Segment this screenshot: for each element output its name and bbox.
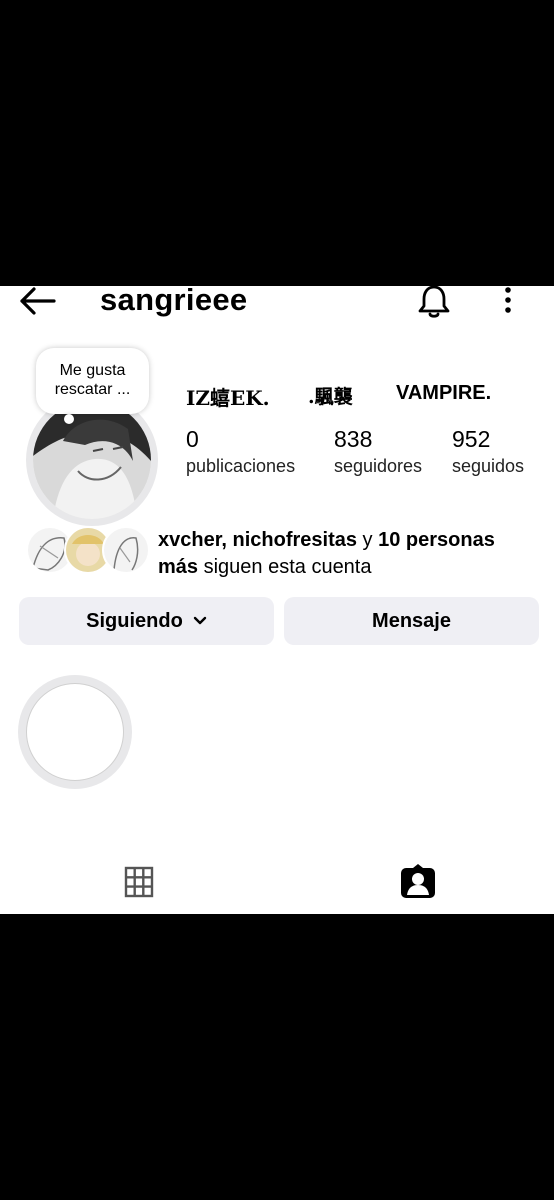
mutual-connector: y (356, 529, 379, 551)
more-vertical-icon[interactable] (498, 286, 518, 316)
following-count[interactable]: 952 (452, 426, 490, 453)
profile-screen: sangrieee Me gusta rescatar ... IZ蟢EK. .… (0, 286, 554, 914)
avatar-illustration (33, 401, 151, 519)
back-arrow-icon[interactable] (18, 286, 58, 316)
following-button-label: Siguiendo (86, 609, 183, 632)
mutual-followers-avatars[interactable] (26, 526, 150, 574)
tagged-person-icon[interactable] (400, 864, 436, 900)
profile-note-bubble[interactable]: Me gusta rescatar ... (36, 348, 149, 414)
highlight-label-1[interactable]: IZ蟢EK. (186, 382, 270, 411)
following-label[interactable]: seguidos (452, 456, 524, 477)
mutual-avatar-3 (102, 526, 150, 574)
avatar[interactable] (33, 401, 151, 519)
mutual-others: 10 personas (378, 529, 495, 551)
profile-username: sangrieee (100, 286, 248, 317)
chevron-down-icon (193, 616, 207, 625)
bell-icon[interactable] (416, 286, 452, 320)
highlight-label-2[interactable]: .颿襲 (308, 382, 353, 409)
posts-count: 0 (186, 426, 199, 452)
top-bar: sangrieee (0, 286, 554, 326)
followers-count[interactable]: 838 (334, 426, 372, 453)
posts-label: publicaciones (186, 456, 296, 476)
highlight-label-3[interactable]: VAMPIRE. (396, 382, 491, 405)
mutual-suffix: siguen esta cuenta (198, 556, 372, 578)
message-button[interactable]: Mensaje (284, 597, 539, 645)
grid-icon[interactable] (124, 866, 154, 898)
followers-label[interactable]: seguidores (334, 456, 422, 477)
mutual-names: xvcher, nichofresitas (158, 529, 357, 551)
following-button[interactable]: Siguiendo (19, 597, 274, 645)
note-bubble-tail (64, 414, 74, 424)
mutual-followers-text[interactable]: xvcher, nichofresitas y 10 personas más s… (158, 527, 538, 581)
message-button-label: Mensaje (372, 609, 451, 632)
mutual-more: más (158, 556, 199, 578)
new-highlight-circle[interactable] (26, 683, 124, 781)
